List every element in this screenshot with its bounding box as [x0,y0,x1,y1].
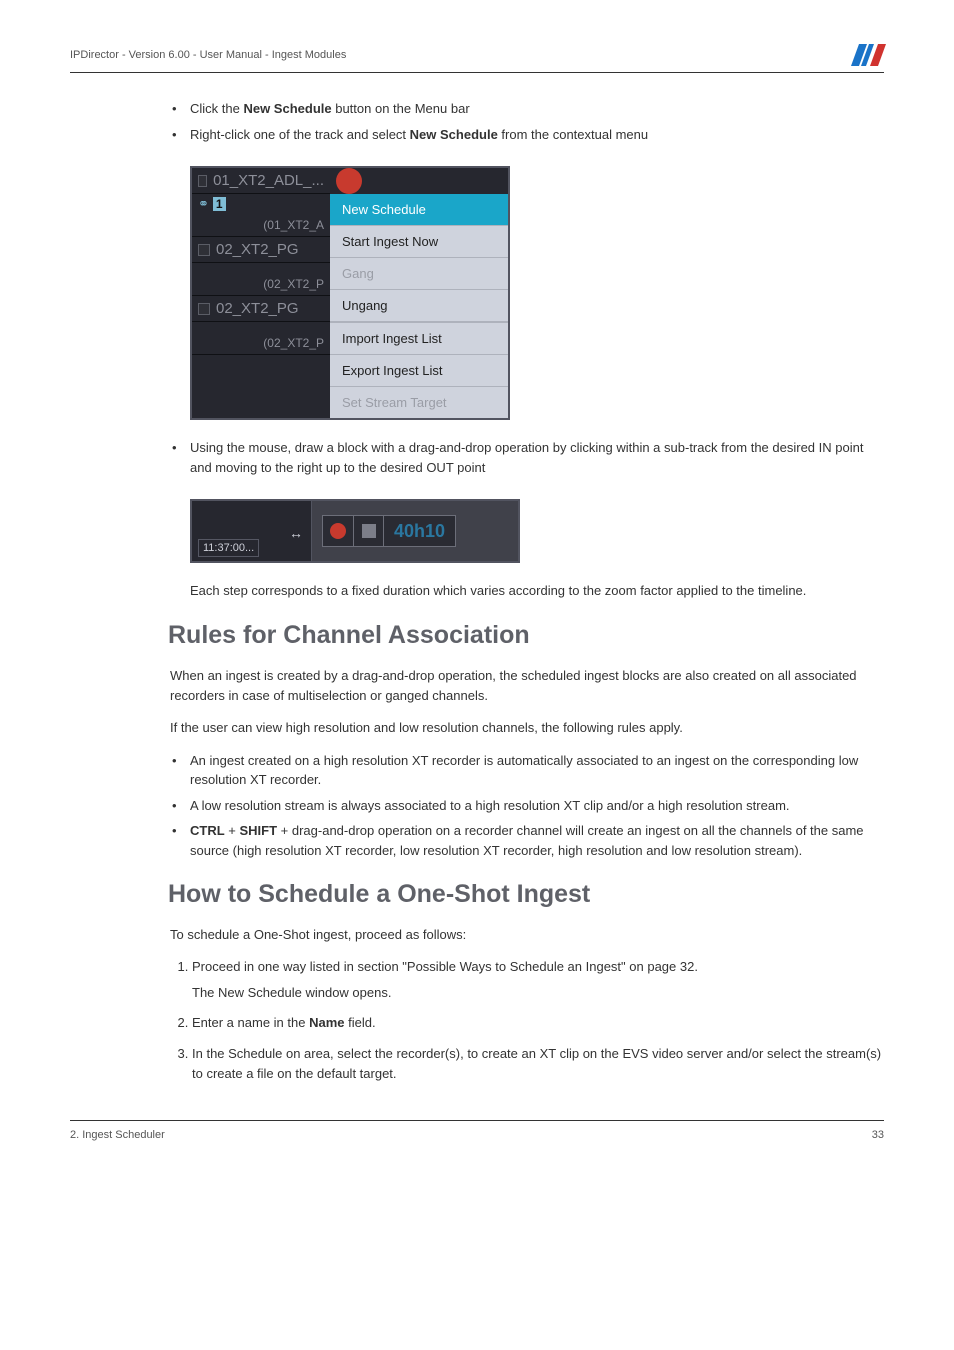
rules-bullet-3: CTRL + SHIFT + drag-and-drop operation o… [170,821,884,860]
timeline-screenshot: ↔ 11:37:00... 40h10 [190,499,520,563]
key-ctrl: CTRL [190,823,225,838]
drag-caption: Each step corresponds to a fixed duratio… [190,581,884,601]
step-text: Proceed in one way listed in section "Po… [192,959,698,974]
track-sub-3: (02_XT2_P [192,322,330,355]
menu-export-ingest-list[interactable]: Export Ingest List [330,355,508,387]
track-label: 02_XT2_PG [216,241,299,258]
bold-text: Name [309,1015,344,1030]
intro-bullet-2: Right-click one of the track and select … [170,125,884,145]
menu-set-stream-target: Set Stream Target [330,387,508,418]
footer-section: 2. Ingest Scheduler [70,1129,165,1141]
text: + [225,823,240,838]
text: field. [345,1015,376,1030]
menu-import-ingest-list[interactable]: Import Ingest List [330,322,508,355]
howto-intro: To schedule a One-Shot ingest, proceed a… [170,925,884,945]
menu-ungang[interactable]: Ungang [330,290,508,322]
record-dot-icon [330,523,346,539]
step-subtext: The New Schedule window opens. [192,983,884,1003]
bold-text: New Schedule [410,127,498,142]
stop-square-icon [362,524,376,538]
menu-gang: Gang [330,258,508,290]
rules-p2: If the user can view high resolution and… [170,718,884,738]
context-menu-screenshot: 01_XT2_ADL_... ⚭1 (01_XT2_A 02_XT2_PG (0… [190,166,510,420]
rules-p1: When an ingest is created by a drag-and-… [170,666,884,706]
rules-bullet-2: A low resolution stream is always associ… [170,796,884,816]
track-label: 02_XT2_PG [216,300,299,317]
rules-heading: Rules for Channel Association [168,621,884,650]
evs-logo [855,44,884,66]
menu-start-ingest-now[interactable]: Start Ingest Now [330,226,508,258]
track-sub-2: (02_XT2_P [192,263,330,296]
step-2: Enter a name in the Name field. [192,1013,884,1033]
record-icon [336,168,362,194]
rules-bullet-1: An ingest created on a high resolution X… [170,751,884,790]
step-1: Proceed in one way listed in section "Po… [192,957,884,1003]
timeline-duration: 40h10 [383,516,455,546]
text: button on the Menu bar [332,101,470,116]
track-header-1: 01_XT2_ADL_... [192,168,330,194]
bold-text: New Schedule [243,101,331,116]
step-3: In the Schedule on area, select the reco… [192,1044,884,1084]
howto-heading: How to Schedule a One-Shot Ingest [168,880,884,909]
timeline-timestamp: 11:37:00... [198,539,259,557]
page-number: 33 [872,1129,884,1141]
text: + drag-and-drop operation on a recorder … [190,823,864,858]
resize-arrow-icon: ↔ [289,525,303,541]
text: Click the [190,101,243,116]
track-header-2: 02_XT2_PG [192,237,330,263]
chain-number: 1 [213,197,226,211]
chain-indicator: ⚭1 [192,194,330,214]
key-shift: SHIFT [240,823,278,838]
intro-bullet-1: Click the New Schedule button on the Men… [170,99,884,119]
track-label: 01_XT2_ADL_... [213,172,324,189]
drag-bullet: Using the mouse, draw a block with a dra… [170,438,884,477]
text: Right-click one of the track and select [190,127,410,142]
track-header-3: 02_XT2_PG [192,296,330,322]
text: from the contextual menu [498,127,648,142]
track-sub-1: (01_XT2_A [192,214,330,237]
menu-new-schedule[interactable]: New Schedule [330,194,508,226]
doc-header: IPDirector - Version 6.00 - User Manual … [70,49,346,61]
text: Enter a name in the [192,1015,309,1030]
